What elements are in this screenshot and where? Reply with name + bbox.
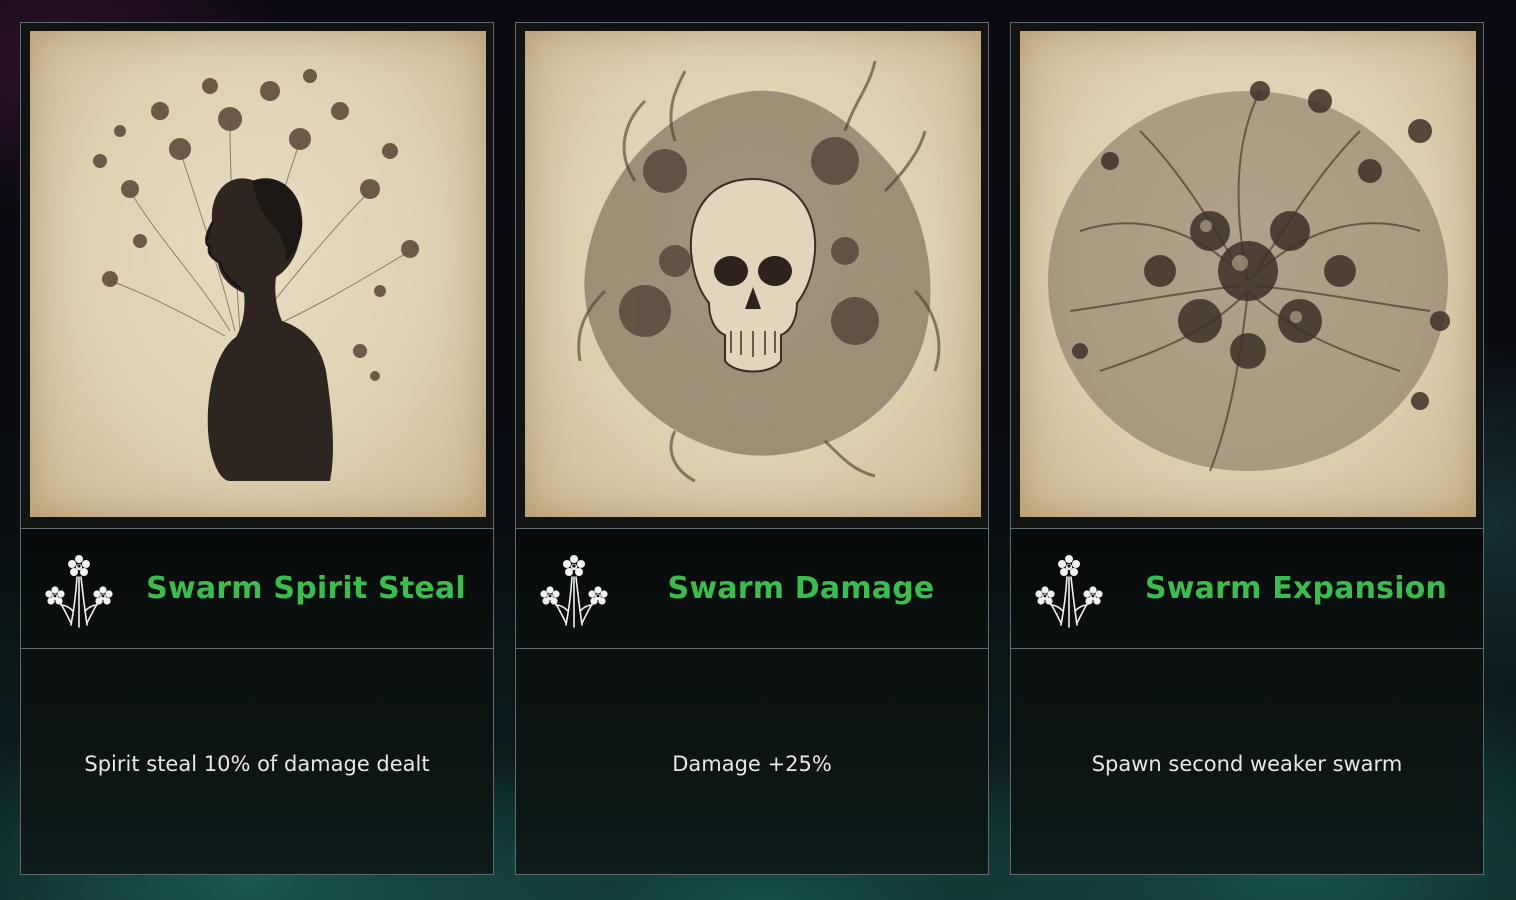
card-title: Swarm Expansion [1144, 571, 1448, 606]
card-description-area: Damage +25% [516, 649, 988, 874]
flower-bouquet-icon [43, 553, 115, 629]
card-art-frame [21, 23, 493, 528]
card-description: Damage +25% [672, 752, 832, 776]
card-art-frame [516, 23, 988, 528]
card-title-bar: Swarm Damage [516, 528, 988, 649]
card-art-frame [1011, 23, 1483, 528]
upgrade-card-swarm-damage[interactable]: Swarm Damage Damage +25% [515, 22, 989, 875]
card-title: Swarm Spirit Steal [146, 571, 466, 606]
card-title: Swarm Damage [667, 571, 935, 606]
skull-in-smoke-illustration [525, 31, 981, 517]
card-description-area: Spirit steal 10% of damage dealt [21, 649, 493, 874]
card-description: Spirit steal 10% of damage dealt [84, 752, 430, 776]
upgrade-card-swarm-spirit-steal[interactable]: Swarm Spirit Steal Spirit steal 10% of d… [20, 22, 494, 875]
woman-with-flowers-illustration [30, 31, 486, 517]
flower-swarm-illustration [1020, 31, 1476, 517]
upgrade-card-list: Swarm Spirit Steal Spirit steal 10% of d… [0, 0, 1516, 900]
card-description-area: Spawn second weaker swarm [1011, 649, 1483, 874]
upgrade-card-swarm-expansion[interactable]: Swarm Expansion Spawn second weaker swar… [1010, 22, 1484, 875]
card-title-bar: Swarm Spirit Steal [21, 528, 493, 649]
flower-bouquet-icon [538, 553, 610, 629]
card-description: Spawn second weaker swarm [1091, 752, 1403, 776]
card-title-bar: Swarm Expansion [1011, 528, 1483, 649]
flower-bouquet-icon [1033, 553, 1105, 629]
